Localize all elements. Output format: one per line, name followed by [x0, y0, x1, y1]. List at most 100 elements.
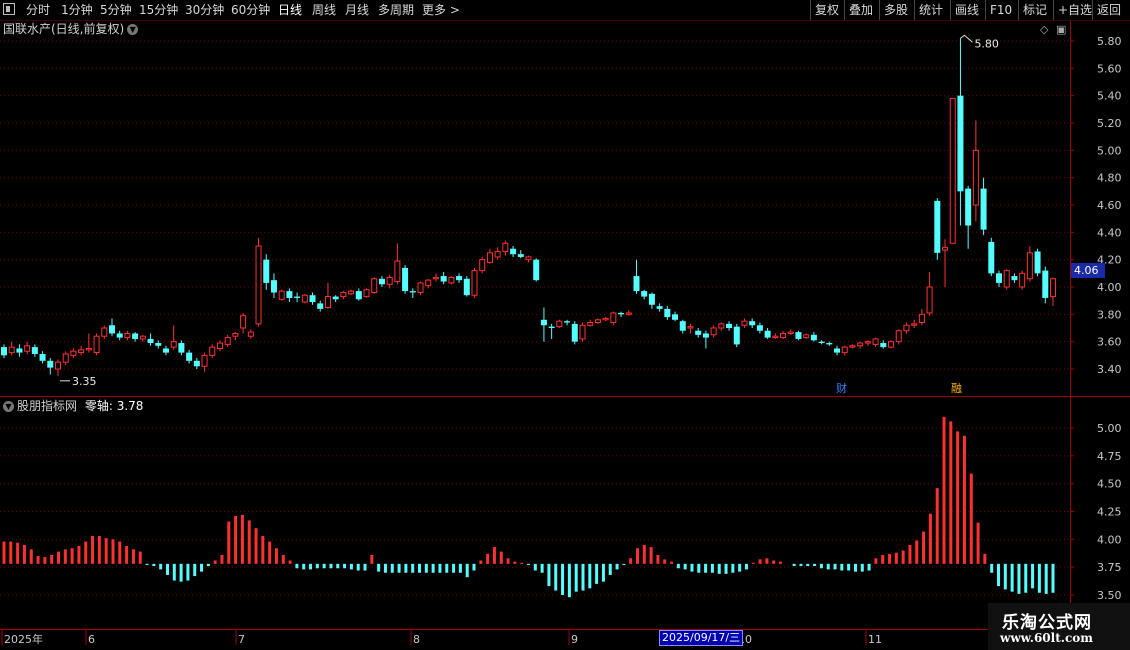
candle-body	[656, 306, 663, 309]
candle-body	[633, 276, 640, 292]
candle-body	[70, 350, 77, 356]
candle	[425, 278, 432, 289]
time-tick-label: 6	[88, 633, 95, 646]
candle-body	[1019, 272, 1026, 288]
candle	[479, 256, 486, 274]
candle-body	[594, 319, 601, 324]
stock-chart[interactable]: 3.403.603.804.004.204.404.604.805.005.20…	[0, 0, 1130, 650]
candle	[702, 330, 709, 349]
candle-body	[872, 338, 879, 345]
candle	[710, 325, 717, 338]
candle-body	[648, 293, 655, 305]
candle	[471, 267, 478, 298]
candle-body	[934, 200, 941, 253]
candle	[301, 293, 308, 304]
candle-body	[456, 276, 463, 281]
candle-body	[486, 252, 493, 263]
candle-body	[24, 345, 31, 352]
candle	[841, 345, 848, 356]
price-tick-label: 4.60	[1097, 199, 1122, 212]
candle	[463, 276, 470, 297]
window-toggle-icon[interactable]: ▣	[1056, 23, 1066, 36]
candle-body	[108, 325, 115, 334]
candle	[872, 337, 879, 348]
candle	[47, 358, 54, 375]
candle	[31, 344, 38, 357]
candle-body	[687, 326, 694, 329]
candle-body	[510, 248, 517, 255]
candle-body	[556, 320, 563, 328]
candle-body	[780, 332, 787, 339]
candle	[186, 349, 193, 364]
candle	[579, 322, 586, 342]
candle	[278, 289, 285, 301]
candle-body	[479, 259, 486, 272]
price-tick-label: 4.00	[1097, 281, 1122, 294]
candle-body	[972, 149, 979, 206]
candle-body	[957, 95, 964, 192]
candle	[1003, 269, 1010, 290]
candle	[911, 319, 918, 328]
candle-body	[679, 321, 686, 331]
candle-body	[147, 338, 154, 344]
indicator-tick-label: 4.50	[1097, 478, 1122, 491]
candle	[363, 288, 370, 298]
candle-body	[332, 296, 339, 300]
candle	[888, 340, 895, 349]
candle-body	[309, 295, 316, 303]
candle	[787, 329, 794, 335]
candle	[803, 333, 810, 339]
candle-body	[240, 315, 247, 329]
diamond-icon[interactable]: ◇	[1040, 23, 1048, 36]
chevron-down-icon[interactable]: ▼	[3, 401, 14, 412]
candle	[448, 276, 455, 285]
time-tick-label: 9	[571, 633, 578, 646]
candle	[494, 247, 501, 260]
candle-body	[610, 312, 617, 324]
time-tick-label: 2025年	[4, 632, 43, 646]
candle-body	[348, 290, 355, 295]
candle	[224, 334, 231, 348]
watermark-title: 乐淘公式网	[1002, 613, 1092, 633]
stock-title[interactable]: 国联水产(日线,前复权) ▼	[3, 21, 139, 37]
chevron-down-icon[interactable]: ▼	[127, 24, 139, 35]
candle-body	[895, 330, 902, 343]
candle	[988, 237, 995, 277]
candle-body	[255, 245, 262, 325]
candle-body	[8, 346, 15, 354]
candle	[648, 292, 655, 309]
chart-tool-icons[interactable]: ◇ ▣	[1040, 23, 1066, 36]
candle	[749, 318, 756, 328]
candle	[255, 237, 262, 327]
candle-body	[286, 291, 293, 298]
candle	[957, 38, 964, 226]
candle-body	[178, 343, 185, 353]
candle	[178, 340, 185, 356]
candle-body	[787, 331, 794, 334]
candle	[571, 321, 578, 345]
candle-body	[1050, 278, 1056, 298]
event-tag: 财	[836, 381, 847, 395]
candle	[371, 277, 378, 294]
candle-body	[810, 334, 817, 341]
candle-body	[270, 280, 277, 293]
candle-body	[324, 296, 331, 309]
candle-body	[749, 321, 756, 326]
candle-body	[965, 188, 972, 226]
indicator-tick-label: 5.00	[1097, 422, 1122, 435]
candle	[741, 318, 748, 328]
candle-body	[903, 324, 910, 332]
candle	[1050, 277, 1056, 307]
candle	[795, 330, 802, 341]
candle-body	[533, 259, 540, 281]
candle	[232, 332, 239, 341]
candle-body	[39, 353, 46, 361]
candle-body	[54, 361, 61, 370]
indicator-title[interactable]: ▼ 股朋指标网 零轴: 3.78	[3, 398, 143, 414]
candle-body	[949, 97, 956, 244]
candle-body	[618, 312, 625, 315]
candle-body	[864, 341, 871, 344]
candle-body	[340, 291, 347, 298]
candle-body	[263, 259, 270, 283]
candle-body	[232, 332, 239, 337]
